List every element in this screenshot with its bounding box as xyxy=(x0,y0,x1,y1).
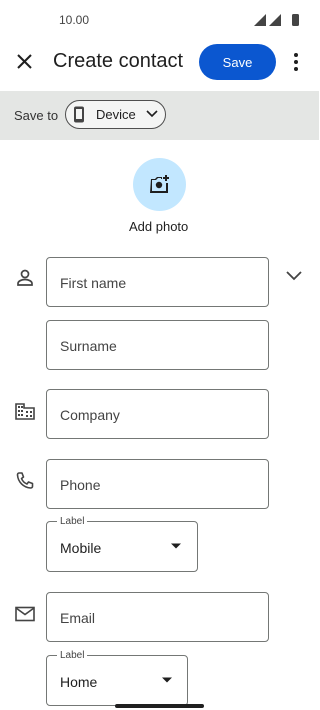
status-icons xyxy=(254,14,299,26)
first-name-placeholder: First name xyxy=(60,275,127,291)
phone-placeholder: Phone xyxy=(60,477,101,493)
email-label-caption: Label xyxy=(57,650,88,661)
chevron-down-icon xyxy=(146,110,158,118)
signal-icon xyxy=(254,14,266,26)
save-button[interactable]: Save xyxy=(199,44,276,80)
business-icon xyxy=(15,403,35,420)
phone-label-caption: Label xyxy=(57,516,88,527)
email-placeholder: Email xyxy=(60,610,96,626)
dropdown-arrow-icon xyxy=(171,543,181,549)
more-vert-icon[interactable] xyxy=(286,50,306,74)
surname-placeholder: Surname xyxy=(60,338,117,354)
phone-label-value: Mobile xyxy=(60,540,102,556)
email-icon xyxy=(15,606,35,622)
company-placeholder: Company xyxy=(60,407,120,423)
battery-icon xyxy=(292,14,299,26)
add-photo-label: Add photo xyxy=(129,219,189,234)
status-time: 10.00 xyxy=(59,13,90,27)
close-icon[interactable] xyxy=(12,50,38,74)
expand-more-icon[interactable] xyxy=(284,268,304,284)
save-to-label: Save to xyxy=(14,108,59,123)
phone-icon xyxy=(16,472,34,489)
home-indicator[interactable] xyxy=(115,704,204,708)
signal-icon-2 xyxy=(269,14,281,26)
device-chip-label: Device xyxy=(96,107,136,122)
email-label-value: Home xyxy=(60,674,98,690)
dropdown-arrow-icon xyxy=(162,677,172,683)
page-title: Create contact xyxy=(53,50,184,72)
phone-device-icon xyxy=(74,106,84,123)
add-photo-icon xyxy=(150,175,169,193)
person-icon xyxy=(17,269,33,286)
